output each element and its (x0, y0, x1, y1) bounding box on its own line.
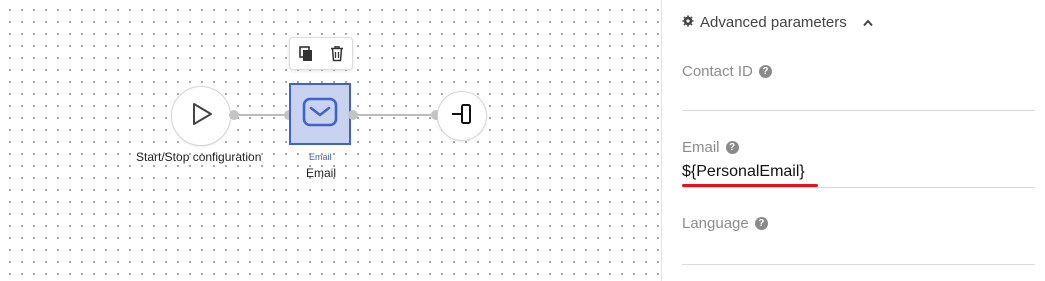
contact-id-label-text: Contact ID (682, 63, 753, 80)
help-icon[interactable]: ? (754, 217, 768, 230)
exit-icon (450, 102, 474, 131)
contact-id-label: Contact ID ? (682, 63, 772, 80)
email-label: Email ? (682, 139, 739, 156)
email-field[interactable]: ${PersonalEmail} (682, 163, 805, 181)
properties-panel: Advanced parameters Contact ID ? Email ?… (662, 0, 1045, 281)
start-output-port[interactable] (229, 110, 239, 120)
trash-icon[interactable] (326, 43, 348, 65)
email-underline (682, 187, 1035, 188)
start-node[interactable] (171, 86, 231, 146)
advanced-parameters-header[interactable]: Advanced parameters (682, 14, 873, 31)
help-icon[interactable]: ? (725, 141, 739, 154)
email-node[interactable] (289, 83, 351, 145)
language-field[interactable] (682, 240, 1035, 260)
contact-id-underline (682, 110, 1035, 111)
email-output-port[interactable] (348, 110, 358, 120)
help-icon[interactable]: ? (758, 65, 772, 78)
contact-id-field[interactable] (682, 88, 1035, 108)
chevron-up-icon[interactable] (863, 14, 873, 31)
highlight-underline (682, 184, 818, 187)
language-label: Language ? (682, 215, 768, 232)
section-title: Advanced parameters (700, 14, 847, 31)
edge-email-end (353, 114, 436, 116)
email-label-text: Email (682, 139, 720, 156)
envelope-icon (302, 97, 338, 132)
play-icon (187, 100, 215, 133)
language-label-text: Language (682, 215, 749, 232)
copy-icon[interactable] (295, 43, 317, 65)
start-node-label: Start/Stop configuration (136, 150, 262, 164)
email-node-label: Email (306, 166, 337, 180)
gear-icon (682, 14, 694, 31)
end-node[interactable] (437, 91, 487, 141)
language-underline (682, 264, 1035, 265)
workflow-canvas[interactable]: Start/Stop configuration Email Email (0, 0, 661, 281)
node-toolbar (289, 37, 353, 70)
email-node-type: Email (309, 152, 332, 162)
edge-start-email (234, 114, 289, 116)
